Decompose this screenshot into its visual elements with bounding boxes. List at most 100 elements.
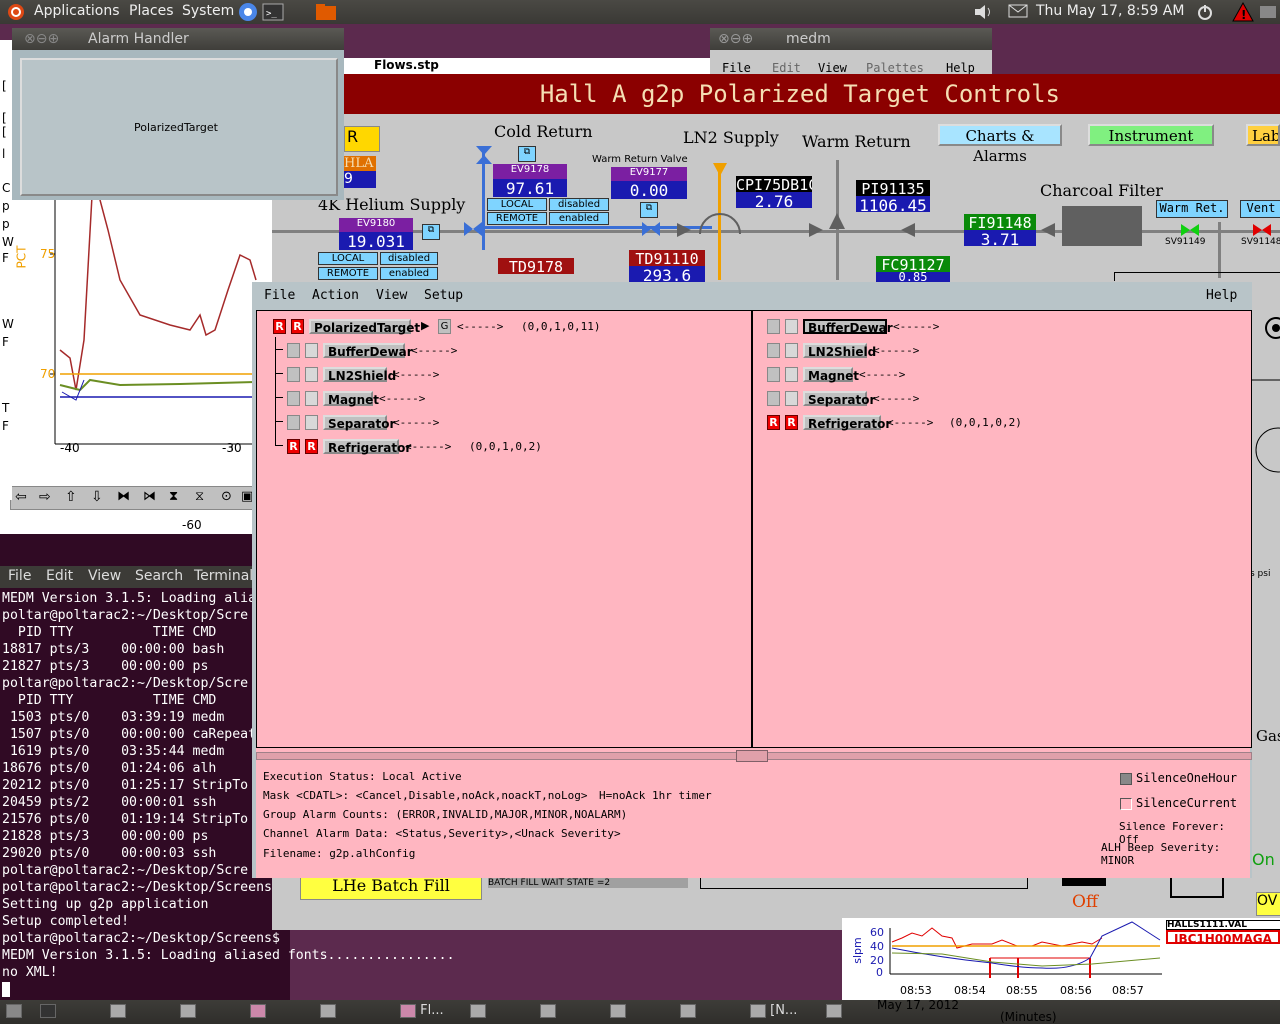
window-controls-icon[interactable]: ⊗⊖⊕: [24, 31, 59, 47]
ah-menu-view[interactable]: View: [376, 288, 407, 303]
silence-current-checkbox[interactable]: [1120, 798, 1132, 810]
chart2-legend-2[interactable]: IBC1H00MAGA: [1166, 930, 1280, 944]
taskbar-window-icon[interactable]: [540, 1003, 556, 1021]
list-item-refrigerator[interactable]: Refrigerator: [803, 415, 891, 431]
auto-scroll-icon[interactable]: ⊙: [221, 489, 232, 504]
alarm-tree-pane: R R PolarizedTarget ▶ G <-----> (0,0,1,0…: [256, 310, 752, 748]
list-item-ln2shield[interactable]: LN2Shield: [803, 343, 876, 359]
list-item-separator[interactable]: Separator: [803, 391, 875, 407]
ev9178-value: 97.61: [493, 179, 567, 198]
silence-one-hour-checkbox[interactable]: [1120, 773, 1132, 785]
taskbar-terminal-icon[interactable]: [40, 1003, 56, 1021]
taskbar-n[interactable]: [N...: [750, 1003, 797, 1021]
zoom-in-y-icon[interactable]: ⧗: [169, 489, 178, 504]
left-arrow-icon[interactable]: ⇦: [15, 489, 27, 505]
medm-menu-palettes[interactable]: Palettes: [866, 61, 924, 75]
tree-group-refrigerator[interactable]: Refrigerator: [323, 439, 411, 455]
system-menu[interactable]: System: [182, 3, 234, 19]
charts-alarms-button[interactable]: Charts & Alarms: [938, 124, 1062, 165]
arrow-text: <----->: [379, 392, 426, 405]
taskbar-window-icon[interactable]: [320, 1003, 336, 1021]
status-box: [287, 415, 300, 430]
warning-icon[interactable]: !: [1232, 1, 1254, 27]
stripchart-title-bar: Flows.stp: [344, 58, 710, 74]
ah-menu-action[interactable]: Action: [312, 288, 359, 303]
zoom-out-y-icon[interactable]: ⧖: [195, 489, 204, 504]
taskbar-window-icon[interactable]: [610, 1003, 626, 1021]
clock[interactable]: Thu May 17, 8:59 AM: [1036, 3, 1184, 19]
r-button[interactable]: R: [344, 126, 380, 152]
terminal-menu-terminal[interactable]: Terminal: [194, 568, 253, 584]
ev9178-local-button[interactable]: LOCAL: [487, 198, 547, 211]
tree-group-bufferdewar[interactable]: BufferDewar: [323, 343, 413, 359]
vent-button[interactable]: Vent: [1240, 200, 1280, 218]
instrument-control-button[interactable]: Instrument Cont: [1088, 124, 1214, 146]
alarm-small-title: Alarm Handler: [88, 31, 189, 47]
user-icon[interactable]: [1258, 3, 1278, 25]
pane-splitter[interactable]: [256, 748, 1252, 764]
taskbar-window-icon[interactable]: [470, 1003, 486, 1021]
chart2-date: May 17, 2012: [877, 998, 960, 1012]
taskbar-window-icon[interactable]: [680, 1003, 696, 1021]
ah-menu-file[interactable]: File: [264, 288, 295, 303]
ubuntu-logo-icon[interactable]: [6, 3, 26, 25]
list-item-magnet[interactable]: Magnet: [803, 367, 859, 383]
zoom-in-x-icon[interactable]: ⧓: [117, 489, 130, 504]
status-box: [305, 343, 318, 358]
valve-icon[interactable]: [474, 144, 494, 170]
medm-menu-edit[interactable]: Edit: [772, 61, 801, 75]
taskbar-window-icon[interactable]: [110, 1003, 126, 1021]
down-arrow-icon[interactable]: ⇩: [91, 489, 103, 505]
expand-arrow-icon[interactable]: ▶: [421, 319, 429, 332]
status-box: [785, 391, 798, 406]
medm-menu-file[interactable]: File: [722, 61, 751, 75]
chrome-launcher-icon[interactable]: [238, 2, 258, 26]
volume-icon[interactable]: [973, 3, 995, 25]
related-display-icon[interactable]: ⧉: [640, 202, 658, 218]
related-display-icon[interactable]: ⧉: [422, 224, 440, 240]
splitter-handle[interactable]: [736, 750, 768, 762]
mail-icon[interactable]: [1008, 3, 1028, 23]
guidance-button[interactable]: G: [438, 319, 451, 334]
ah-menu-help[interactable]: Help: [1206, 288, 1237, 303]
terminal-menu-view[interactable]: View: [88, 568, 121, 584]
warm-ret-button[interactable]: Warm Ret.: [1156, 200, 1228, 218]
medm-menu-help[interactable]: Help: [946, 61, 975, 75]
taskbar-window-icon[interactable]: [826, 1003, 842, 1021]
power-icon[interactable]: [1196, 3, 1214, 25]
window-controls-icon[interactable]: ⊗⊖⊕: [718, 31, 753, 47]
related-display-icon[interactable]: ⧉: [518, 146, 536, 162]
alarm-group-button[interactable]: PolarizedTarget: [20, 58, 338, 196]
places-menu[interactable]: Places: [129, 3, 174, 19]
right-arrow-icon[interactable]: ⇨: [39, 489, 51, 505]
list-item-bufferdewar[interactable]: BufferDewar: [803, 319, 893, 335]
tree-group-separator[interactable]: Separator: [323, 415, 395, 431]
tree-group-polarizedtarget[interactable]: PolarizedTarget: [309, 319, 420, 335]
chart2-legend-1[interactable]: HALLS1111.VAL: [1166, 920, 1280, 930]
folder-launcher-icon[interactable]: [314, 2, 338, 26]
td91110-value: 293.6: [629, 266, 705, 285]
valve-icon[interactable]: [462, 220, 484, 242]
taskbar-flows[interactable]: Fl...: [400, 1003, 444, 1021]
zoom-out-x-icon[interactable]: ⧒: [143, 489, 156, 504]
terminal-window[interactable]: MEDM Version 3.1.5: Loading alia poltar@…: [0, 534, 455, 1000]
ov-button[interactable]: OV: [1256, 892, 1280, 916]
terminal-menu-search[interactable]: Search: [135, 568, 183, 584]
tree-group-magnet[interactable]: Magnet: [323, 391, 379, 407]
show-desktop-icon[interactable]: [6, 1003, 22, 1021]
taskbar-stripchart-icon[interactable]: [250, 1003, 266, 1021]
ah-menu-setup[interactable]: Setup: [424, 288, 463, 303]
ev9178-remote-button[interactable]: REMOTE: [487, 212, 547, 225]
terminal-launcher-icon[interactable]: >_: [262, 2, 284, 26]
tree-group-ln2shield[interactable]: LN2Shield: [323, 367, 396, 383]
medm-menu-view[interactable]: View: [818, 61, 847, 75]
terminal-menu-edit[interactable]: Edit: [46, 568, 73, 584]
up-arrow-icon[interactable]: ⇧: [65, 489, 77, 505]
applications-menu[interactable]: Applications: [34, 3, 120, 19]
labview-button[interactable]: LabV: [1246, 124, 1280, 146]
taskbar-window-icon[interactable]: [180, 1003, 196, 1021]
ev9180-local-button[interactable]: LOCAL: [318, 252, 378, 265]
terminal-menu-file[interactable]: File: [8, 568, 31, 584]
ev9180-remote-button[interactable]: REMOTE: [318, 267, 378, 280]
valve-icon[interactable]: [640, 220, 662, 242]
